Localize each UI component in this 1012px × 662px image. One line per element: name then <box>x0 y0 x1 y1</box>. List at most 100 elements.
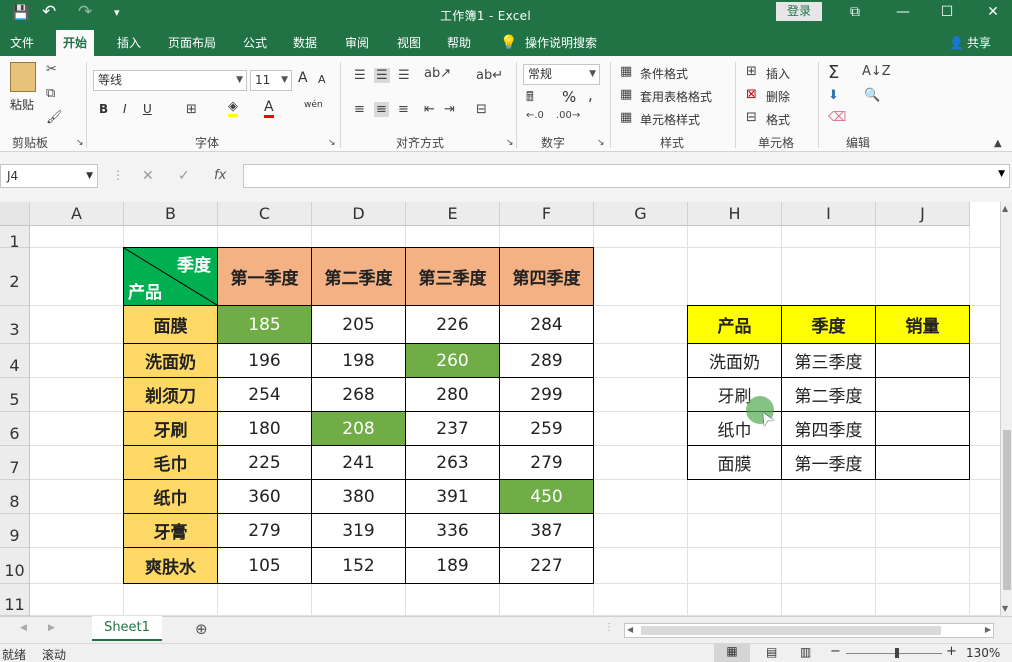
close-button[interactable]: ✕ <box>978 2 1008 24</box>
quarter-header[interactable]: 第四季度 <box>500 248 594 306</box>
grow-font-button[interactable]: A <box>298 70 308 86</box>
column-header[interactable]: H <box>688 202 782 226</box>
dialog-launcher-icon[interactable]: ↘ <box>76 138 84 148</box>
select-all-corner[interactable] <box>0 202 30 226</box>
lookup-header[interactable]: 销量 <box>876 306 970 344</box>
column-header[interactable]: J <box>876 202 970 226</box>
underline-button[interactable]: U <box>143 102 152 116</box>
value-cell[interactable]: 284 <box>500 306 594 344</box>
collapse-ribbon-icon[interactable]: ▲ <box>994 138 1002 149</box>
zoom-slider-thumb[interactable] <box>895 648 899 658</box>
tab-page-layout[interactable]: 页面布局 <box>165 30 219 56</box>
font-size-combo[interactable]: 11 ▼ <box>250 70 292 91</box>
value-cell[interactable]: 185 <box>218 306 312 344</box>
conditional-format-button[interactable]: 条件格式 <box>640 65 688 82</box>
paste-button[interactable]: 粘贴 <box>10 96 34 113</box>
value-cell[interactable]: 263 <box>406 446 500 480</box>
redo-icon[interactable]: ↷ <box>78 2 92 22</box>
value-cell[interactable]: 208 <box>312 412 406 446</box>
tab-home[interactable]: 开始 <box>56 30 95 56</box>
value-cell[interactable]: 254 <box>218 378 312 412</box>
value-cell[interactable]: 259 <box>500 412 594 446</box>
align-bottom-icon[interactable]: ☰ <box>398 68 410 83</box>
value-cell[interactable]: 268 <box>312 378 406 412</box>
format-cells-button[interactable]: 格式 <box>766 111 790 128</box>
quarter-header[interactable]: 第三季度 <box>406 248 500 306</box>
lookup-sales-cell[interactable] <box>876 446 970 480</box>
value-cell[interactable]: 196 <box>218 344 312 378</box>
clear-icon[interactable]: ⌫ <box>828 110 846 125</box>
tab-help[interactable]: 帮助 <box>444 30 474 56</box>
value-cell[interactable]: 279 <box>500 446 594 480</box>
column-header[interactable]: D <box>312 202 406 226</box>
minimize-button[interactable]: — <box>888 2 918 24</box>
restore-button[interactable]: ☐ <box>932 2 962 24</box>
align-left-icon[interactable]: ≡ <box>354 102 365 117</box>
customize-quick-access-icon[interactable]: ▾ <box>114 6 120 19</box>
tab-view[interactable]: 视图 <box>394 30 424 56</box>
value-cell[interactable]: 280 <box>406 378 500 412</box>
next-sheet-icon[interactable]: ▶ <box>48 623 55 633</box>
value-cell[interactable]: 387 <box>500 514 594 548</box>
diagonal-header-cell[interactable]: 季度 产品 <box>124 248 218 306</box>
phonetic-guide-button[interactable]: wén <box>304 100 323 110</box>
save-icon[interactable]: 💾 <box>12 5 29 21</box>
align-middle-icon[interactable]: ☰ <box>374 68 390 83</box>
lookup-quarter-cell[interactable]: 第四季度 <box>782 412 876 446</box>
value-cell[interactable]: 237 <box>406 412 500 446</box>
lookup-sales-cell[interactable] <box>876 412 970 446</box>
value-cell[interactable]: 105 <box>218 548 312 584</box>
scroll-up-icon[interactable]: ▲ <box>1002 204 1008 213</box>
scroll-right-icon[interactable]: ▶ <box>985 625 991 634</box>
quarter-header[interactable]: 第二季度 <box>312 248 406 306</box>
tell-me-search[interactable]: 操作说明搜索 <box>522 30 600 56</box>
value-cell[interactable]: 299 <box>500 378 594 412</box>
bold-button[interactable]: B <box>99 102 108 116</box>
prev-sheet-icon[interactable]: ◀ <box>20 623 27 633</box>
undo-icon[interactable]: ↶ <box>42 2 56 22</box>
value-cell[interactable]: 226 <box>406 306 500 344</box>
row-header[interactable]: 9 <box>0 514 30 548</box>
lookup-quarter-cell[interactable]: 第二季度 <box>782 378 876 412</box>
merge-center-icon[interactable]: ⊟ <box>476 102 487 117</box>
sort-filter-icon[interactable]: A↓Z <box>862 64 891 79</box>
fill-icon[interactable]: ⬇ <box>828 88 839 103</box>
tab-review[interactable]: 审阅 <box>342 30 372 56</box>
row-header[interactable]: 10 <box>0 548 30 584</box>
dialog-launcher-icon[interactable]: ↘ <box>506 138 514 148</box>
product-cell[interactable]: 洗面奶 <box>124 344 218 378</box>
normal-view-icon[interactable]: ▦ <box>714 644 750 662</box>
tab-formulas[interactable]: 公式 <box>240 30 270 56</box>
value-cell[interactable]: 260 <box>406 344 500 378</box>
orientation-icon[interactable]: ab↗ <box>424 66 451 81</box>
format-as-table-button[interactable]: 套用表格格式 <box>640 88 712 105</box>
page-layout-view-icon[interactable]: ▤ <box>766 645 777 659</box>
value-cell[interactable]: 189 <box>406 548 500 584</box>
value-cell[interactable]: 360 <box>218 480 312 514</box>
scroll-left-icon[interactable]: ◀ <box>627 625 633 634</box>
format-painter-icon[interactable]: 🖌 <box>46 110 63 125</box>
value-cell[interactable]: 241 <box>312 446 406 480</box>
chevron-down-icon[interactable]: ▼ <box>86 165 93 187</box>
row-header[interactable]: 6 <box>0 412 30 446</box>
product-cell[interactable]: 牙刷 <box>124 412 218 446</box>
cut-icon[interactable]: ✂ <box>46 62 57 77</box>
worksheet-grid[interactable]: A B C D E F G H I J 1 2 3 4 5 6 7 8 9 10 11 季度 产品 第一季度 第二季度 第三季度第… <box>0 202 1000 616</box>
insert-function-icon[interactable]: fx <box>214 168 226 183</box>
column-header[interactable]: I <box>782 202 876 226</box>
share-button[interactable]: 共享 <box>964 30 994 56</box>
add-sheet-icon[interactable]: ⊕ <box>195 620 208 638</box>
cell-styles-button[interactable]: 单元格样式 <box>640 111 700 128</box>
lookup-sales-cell[interactable] <box>876 378 970 412</box>
sheet-tab-sheet1[interactable]: Sheet1 <box>92 616 162 641</box>
vertical-scrollbar[interactable]: ▲ ▼ <box>1000 202 1012 616</box>
value-cell[interactable]: 289 <box>500 344 594 378</box>
increase-decimal-icon[interactable]: ←.0 <box>526 110 544 121</box>
row-header[interactable]: 11 <box>0 584 30 616</box>
lookup-product-cell[interactable]: 洗面奶 <box>688 344 782 378</box>
zoom-slider[interactable] <box>846 653 942 654</box>
row-header[interactable]: 7 <box>0 446 30 480</box>
dialog-launcher-icon[interactable]: ↘ <box>597 138 605 148</box>
product-cell[interactable]: 爽肤水 <box>124 548 218 584</box>
percent-style-button[interactable]: % <box>562 88 576 106</box>
